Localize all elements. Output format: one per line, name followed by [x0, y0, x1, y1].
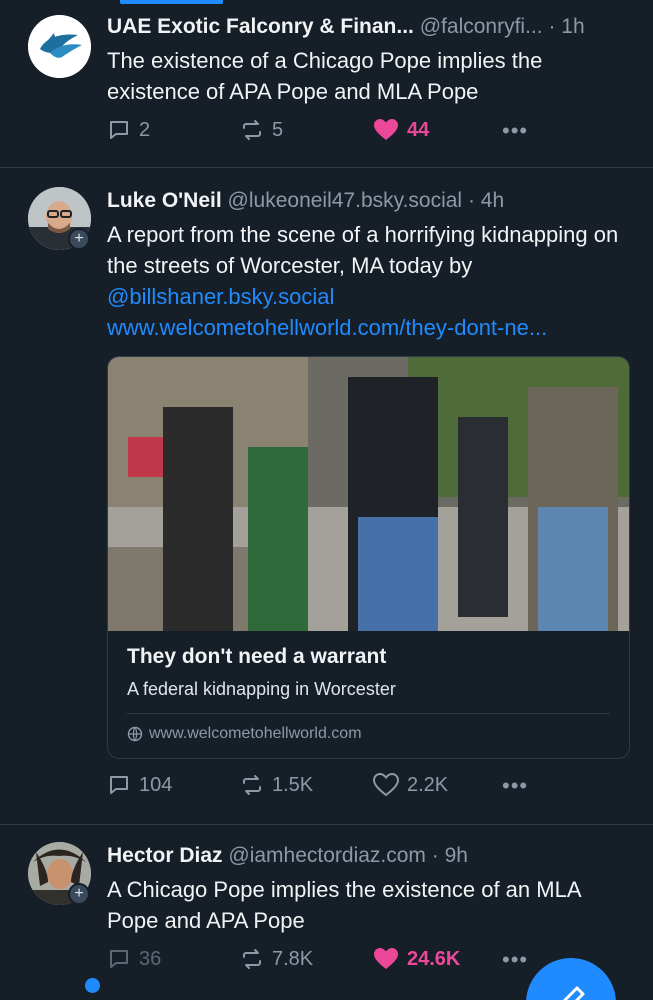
falcon-logo-icon — [28, 15, 91, 78]
author-handle[interactable]: @lukeoneil47.bsky.social — [228, 189, 463, 212]
follow-plus-icon[interactable]: + — [68, 228, 90, 250]
author-name[interactable]: Hector Diaz — [107, 844, 223, 867]
more-options-button[interactable]: ••• — [502, 773, 528, 799]
author-name[interactable]: UAE Exotic Falconry & Finan... — [107, 15, 414, 38]
separator: · — [431, 844, 439, 867]
repost-count: 1.5K — [272, 773, 314, 796]
repost-count: 5 — [272, 118, 284, 141]
follow-plus-icon[interactable]: + — [68, 883, 90, 905]
card-domain: www.welcometohellworld.com — [127, 725, 362, 743]
repost-icon — [243, 120, 261, 140]
reply-button[interactable]: 104 — [107, 773, 172, 797]
card-domain-text: www.welcometohellworld.com — [149, 725, 362, 742]
reply-icon — [110, 950, 128, 968]
notification-dot — [83, 976, 102, 995]
post-text: A report from the scene of a horrifying … — [107, 219, 631, 343]
timestamp[interactable]: 4h — [481, 189, 504, 212]
avatar[interactable] — [28, 15, 91, 78]
heart-filled-icon — [374, 119, 398, 140]
like-button[interactable]: 44 — [373, 118, 429, 142]
mention-link[interactable]: @billshaner.bsky.social — [107, 284, 334, 309]
timestamp[interactable]: 9h — [445, 844, 468, 867]
like-count: 44 — [407, 118, 430, 141]
heart-filled-icon — [374, 948, 398, 969]
heart-outline-icon — [373, 773, 399, 797]
reply-count: 104 — [139, 773, 173, 796]
author-name[interactable]: Luke O'Neil — [107, 189, 222, 212]
post-text-body: A report from the scene of a horrifying … — [107, 222, 619, 278]
compose-pencil-icon — [562, 986, 585, 1000]
like-button[interactable]: 2.2K — [373, 773, 448, 797]
link-card[interactable]: They don't need a warrant A federal kidn… — [107, 356, 630, 759]
like-count: 24.6K — [407, 947, 461, 970]
reply-button[interactable]: 36 — [107, 947, 161, 971]
separator: · — [467, 189, 475, 212]
repost-icon — [243, 775, 261, 795]
author-handle[interactable]: @falconryfi... — [420, 15, 543, 38]
like-button[interactable]: 24.6K — [373, 947, 460, 971]
author-handle[interactable]: @iamhectordiaz.com — [228, 844, 426, 867]
news-photo[interactable] — [108, 357, 630, 631]
globe-icon — [127, 726, 143, 742]
post-header: UAE Exotic Falconry & Finan... @falconry… — [107, 13, 631, 41]
repost-button[interactable]: 7.8K — [240, 947, 313, 971]
reply-icon — [110, 121, 128, 139]
reply-button[interactable]: 2 — [107, 118, 150, 142]
reply-count: 2 — [139, 118, 151, 141]
more-options-button[interactable]: ••• — [502, 947, 528, 973]
divider — [127, 713, 610, 714]
like-count: 2.2K — [407, 773, 449, 796]
repost-button[interactable]: 5 — [240, 118, 283, 142]
repost-button[interactable]: 1.5K — [240, 773, 313, 797]
post-header: Luke O'Neil @lukeoneil47.bsky.social · 4… — [107, 187, 631, 215]
post-header: Hector Diaz @iamhectordiaz.com · 9h — [107, 842, 631, 870]
separator: · — [548, 15, 556, 38]
more-options-button[interactable]: ••• — [502, 118, 528, 144]
post-text: A Chicago Pope implies the existence of … — [107, 877, 581, 933]
timestamp[interactable]: 1h — [561, 15, 584, 38]
post-url-link[interactable]: www.welcometohellworld.com/they-dont-ne.… — [107, 315, 547, 340]
repost-icon — [243, 949, 261, 969]
reply-count: 36 — [139, 947, 162, 970]
feed-post[interactable]: UAE Exotic Falconry & Finan... @falconry… — [0, 0, 653, 168]
post-text: The existence of a Chicago Pope implies … — [107, 48, 543, 104]
card-title: They don't need a warrant — [127, 645, 387, 668]
card-description: A federal kidnapping in Worcester — [127, 679, 396, 699]
repost-count: 7.8K — [272, 947, 314, 970]
reply-icon — [110, 776, 128, 794]
